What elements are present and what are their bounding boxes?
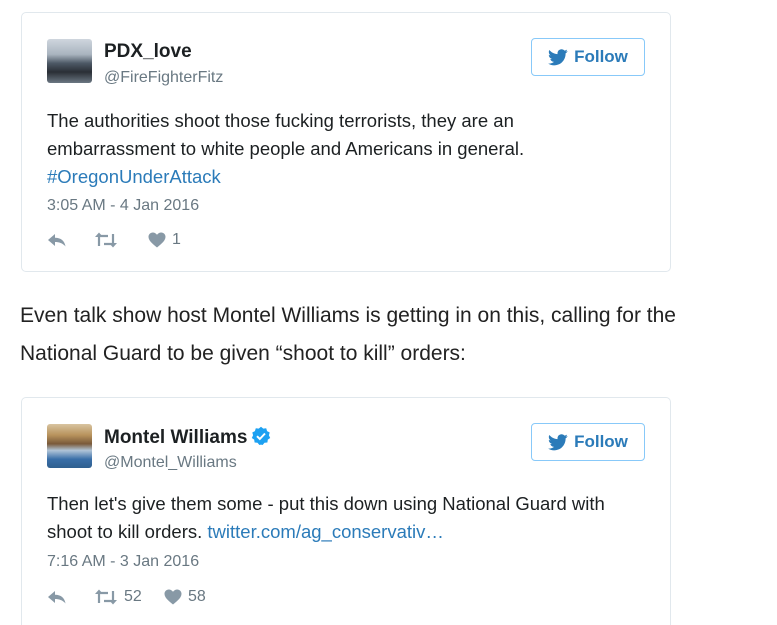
like-count: 58 [188, 588, 206, 605]
tweet-link[interactable]: twitter.com/ag_conservativ… [207, 521, 443, 542]
tweet-timestamp[interactable]: 3:05 AM - 4 Jan 2016 [47, 197, 199, 215]
tweet-text: Then let's give them some - put this dow… [47, 490, 645, 546]
avatar[interactable] [47, 39, 92, 83]
tweet-author-name[interactable]: Montel Williams [104, 426, 271, 449]
follow-label: Follow [574, 432, 628, 451]
follow-button[interactable]: Follow [531, 423, 645, 461]
tweet-actions: 1 [47, 231, 181, 249]
heart-icon [164, 589, 182, 605]
tweet-author-handle[interactable]: @Montel_Williams [104, 454, 237, 472]
like-count: 1 [172, 231, 181, 248]
reply-button[interactable] [47, 589, 94, 605]
tweet-text: The authorities shoot those fucking terr… [47, 107, 645, 191]
retweet-button[interactable] [94, 232, 148, 248]
tweet-author-name[interactable]: PDX_love [104, 41, 192, 63]
embedded-tweet: Montel Williams @Montel_Williams Follow … [21, 397, 671, 625]
tweet-author-handle[interactable]: @FireFighterFitz [104, 69, 223, 87]
twitter-bird-icon [548, 48, 568, 65]
article-paragraph: Even talk show host Montel Williams is g… [20, 304, 676, 365]
tweet-actions: 52 58 [47, 588, 206, 606]
like-button[interactable]: 1 [148, 231, 181, 249]
avatar[interactable] [47, 424, 92, 468]
follow-label: Follow [574, 47, 628, 66]
tweet-timestamp[interactable]: 7:16 AM - 3 Jan 2016 [47, 553, 199, 571]
hashtag-link[interactable]: #OregonUnderAttack [47, 166, 221, 187]
retweet-icon [95, 232, 117, 248]
embedded-tweet: PDX_love @FireFighterFitz Follow The aut… [21, 12, 671, 272]
author-name-text: Montel Williams [104, 427, 248, 448]
follow-button[interactable]: Follow [531, 38, 645, 76]
page: PDX_love @FireFighterFitz Follow The aut… [0, 0, 777, 625]
retweet-button[interactable]: 52 [94, 588, 164, 606]
retweet-count: 52 [124, 588, 142, 605]
retweet-icon [95, 589, 117, 605]
twitter-bird-icon [548, 433, 568, 450]
tweet-body: The authorities shoot those fucking terr… [47, 110, 525, 159]
reply-icon [48, 591, 66, 604]
like-button[interactable]: 58 [164, 588, 206, 606]
reply-icon [48, 234, 66, 247]
reply-button[interactable] [47, 232, 94, 248]
heart-icon [148, 232, 166, 248]
verified-badge-icon [252, 426, 271, 445]
